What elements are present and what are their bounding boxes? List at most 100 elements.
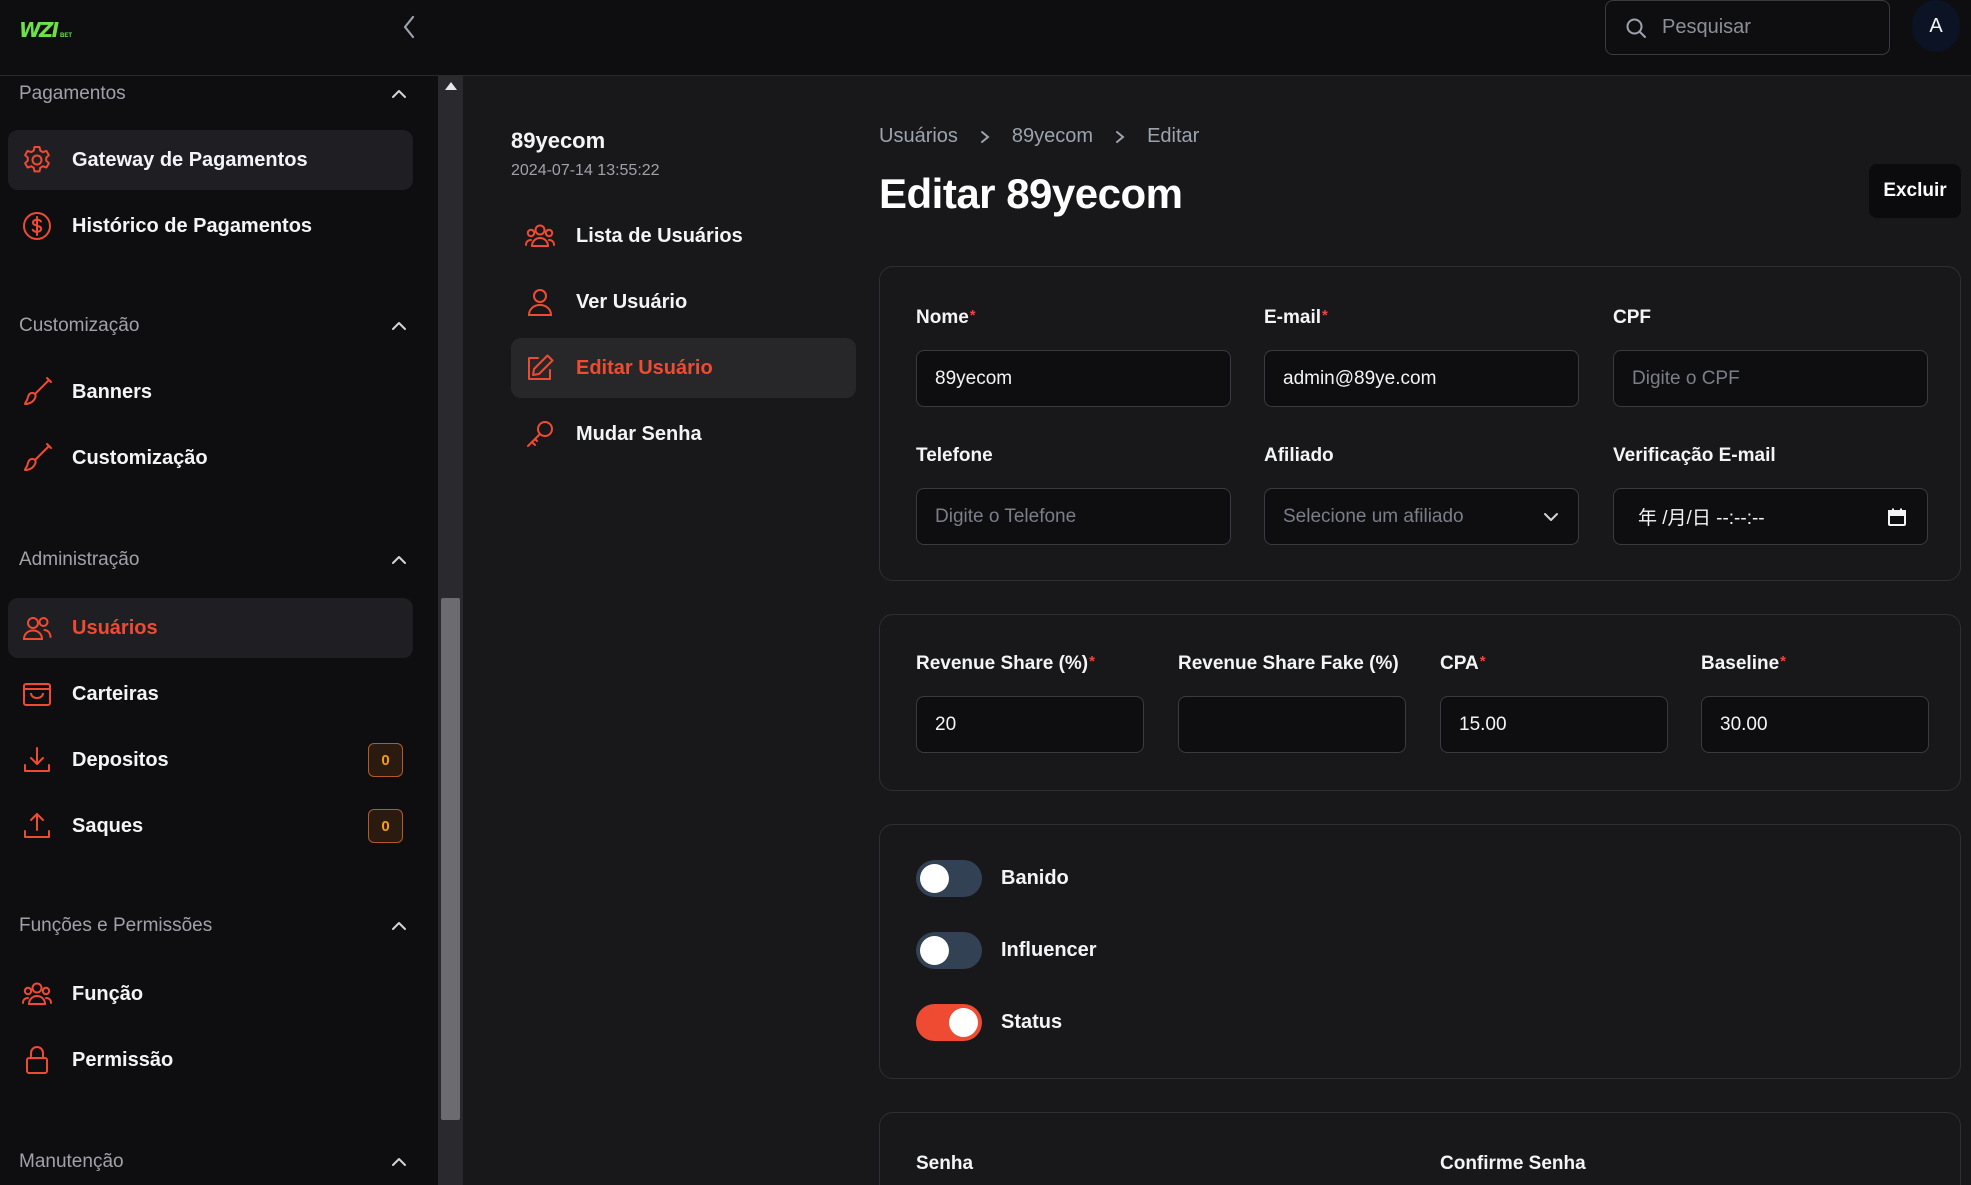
baseline-input[interactable]: 30.00: [1701, 696, 1929, 753]
datetime-value: 年 /月/日 --:--:--: [1638, 508, 1765, 529]
cpf-label: CPF: [1613, 307, 1651, 328]
breadcrumb-link-usuarios[interactable]: Usuários: [879, 125, 958, 148]
banido-toggle[interactable]: [916, 860, 982, 897]
toggle-knob: [920, 936, 949, 965]
subnav-lista-usuarios[interactable]: Lista de Usuários: [511, 206, 856, 266]
sidebar-scrollbar[interactable]: [438, 76, 463, 1185]
breadcrumb-link-user[interactable]: 89yecom: [1012, 125, 1093, 148]
user-created-date: 2024-07-14 13:55:22: [511, 162, 660, 179]
page-title: Editar 89yecom: [879, 170, 1183, 217]
depositos-count-badge: 0: [368, 743, 403, 777]
subnav-label: Lista de Usuários: [576, 224, 743, 247]
afiliado-label: Afiliado: [1264, 445, 1334, 466]
toggle-knob: [949, 1008, 978, 1037]
sidebar-item-saques[interactable]: Saques 0: [8, 796, 413, 856]
sidebar-item-usuarios[interactable]: Usuários: [8, 598, 413, 658]
scroll-up-arrow[interactable]: [438, 82, 463, 96]
cpa-input[interactable]: 15.00: [1440, 696, 1668, 753]
nome-input[interactable]: 89yecom: [916, 350, 1231, 407]
chevron-up-icon: [392, 90, 406, 98]
chevron-up-icon: [392, 556, 406, 564]
revenue-share-fake-input[interactable]: [1178, 696, 1406, 753]
subnav-ver-usuario[interactable]: Ver Usuário: [511, 272, 856, 332]
verificacao-label: Verificação E-mail: [1613, 445, 1776, 466]
sidebar-section-manutencao[interactable]: Manutenção: [19, 1147, 408, 1177]
chevron-up-icon: [392, 322, 406, 330]
required-mark: *: [1780, 653, 1786, 670]
influencer-toggle[interactable]: [916, 932, 982, 969]
sidebar-section-administracao[interactable]: Administração: [19, 545, 408, 575]
edit-icon: [528, 354, 554, 380]
section-title: Manutenção: [19, 1151, 124, 1172]
required-mark: *: [969, 307, 976, 324]
chevron-down-icon: [1544, 512, 1558, 521]
key-icon: [527, 421, 553, 447]
afiliado-select[interactable]: Selecione um afiliado: [1264, 488, 1579, 545]
subnav-editar-usuario[interactable]: Editar Usuário: [511, 338, 856, 398]
brush-icon: [24, 377, 52, 405]
breadcrumb-current: Editar: [1147, 125, 1200, 147]
required-mark: *: [1479, 653, 1486, 670]
delete-button[interactable]: Excluir: [1869, 164, 1961, 218]
search-input[interactable]: [1662, 16, 1862, 39]
upload-icon: [24, 813, 50, 838]
sidebar-item-depositos[interactable]: Depositos 0: [8, 730, 413, 790]
verificacao-datetime-input[interactable]: 年 /月/日 --:--:--: [1613, 488, 1928, 545]
sidebar-section-customizacao[interactable]: Customização: [19, 311, 408, 341]
toggle-knob: [920, 864, 949, 893]
subnav-label: Mudar Senha: [576, 422, 702, 445]
required-mark: *: [1322, 307, 1328, 324]
revenue-share-label: Revenue Share (%)*: [916, 653, 1095, 674]
download-icon: [24, 747, 50, 772]
logo[interactable]: WZI BET: [19, 20, 72, 40]
sidebar-item-label: Depositos: [72, 748, 169, 771]
status-toggle[interactable]: [916, 1004, 982, 1041]
triangle-up-icon: [444, 82, 457, 90]
chevron-right-icon: [1116, 130, 1125, 143]
gear-icon: [24, 146, 50, 173]
sidebar-item-label: Banners: [72, 380, 153, 403]
collapse-sidebar-button[interactable]: [398, 12, 422, 42]
sidebar-section-funcoes[interactable]: Funções e Permissões: [19, 911, 408, 941]
sidebar-item-gateway[interactable]: Gateway de Pagamentos: [8, 130, 413, 190]
email-label: E-mail*: [1264, 307, 1328, 328]
scrollbar-thumb[interactable]: [441, 598, 460, 1120]
card-revenue: Revenue Share (%)* 20 Revenue Share Fake…: [879, 614, 1961, 791]
sidebar-item-customizacao[interactable]: Customização: [8, 428, 413, 488]
subnav-mudar-senha[interactable]: Mudar Senha: [511, 404, 856, 464]
telefone-input[interactable]: Digite o Telefone: [916, 488, 1231, 545]
chevron-up-icon: [392, 922, 406, 930]
search-box[interactable]: [1605, 0, 1890, 55]
sidebar-item-carteiras[interactable]: Carteiras: [8, 664, 413, 724]
breadcrumb: Usuários 89yecom Editar: [879, 125, 1199, 148]
chevron-left-icon: [403, 15, 415, 39]
card-user-info: Nome* 89yecom E-mail* admin@89ye.com CPF…: [879, 266, 1961, 581]
card-password: Senha Confirme Senha: [879, 1112, 1961, 1185]
logo-text: WZI: [19, 18, 59, 42]
lock-icon: [26, 1046, 48, 1074]
sidebar-item-label: Usuários: [72, 616, 158, 639]
chevron-up-icon: [392, 1158, 406, 1166]
sidebar-item-label: Customização: [72, 446, 208, 469]
banido-label: Banido: [1001, 867, 1069, 889]
sidebar-item-banners[interactable]: Banners: [8, 362, 413, 422]
confirme-senha-label: Confirme Senha: [1440, 1153, 1586, 1174]
calendar-icon[interactable]: [1887, 507, 1907, 527]
sidebar-item-label: Gateway de Pagamentos: [72, 148, 308, 171]
users-icon: [22, 982, 52, 1005]
sidebar-item-permissao[interactable]: Permissão: [8, 1030, 413, 1090]
senha-label: Senha: [916, 1153, 974, 1174]
revenue-share-input[interactable]: 20: [916, 696, 1144, 753]
sidebar-item-historico[interactable]: Histórico de Pagamentos: [8, 196, 413, 256]
sidebar-section-pagamentos[interactable]: Pagamentos: [19, 79, 408, 109]
sidebar-item-funcao[interactable]: Função: [8, 964, 413, 1024]
dollar-circle-icon: [23, 212, 51, 240]
sidebar: Pagamentos Gateway de Pagamentos Históri…: [0, 76, 438, 1185]
avatar[interactable]: A: [1912, 0, 1960, 52]
cpf-input[interactable]: Digite o CPF: [1613, 350, 1928, 407]
section-title: Customização: [19, 315, 140, 336]
status-label: Status: [1001, 1011, 1063, 1033]
subnav-label: Ver Usuário: [576, 290, 688, 313]
email-input[interactable]: admin@89ye.com: [1264, 350, 1579, 407]
revenue-share-fake-label: Revenue Share Fake (%): [1178, 653, 1399, 674]
